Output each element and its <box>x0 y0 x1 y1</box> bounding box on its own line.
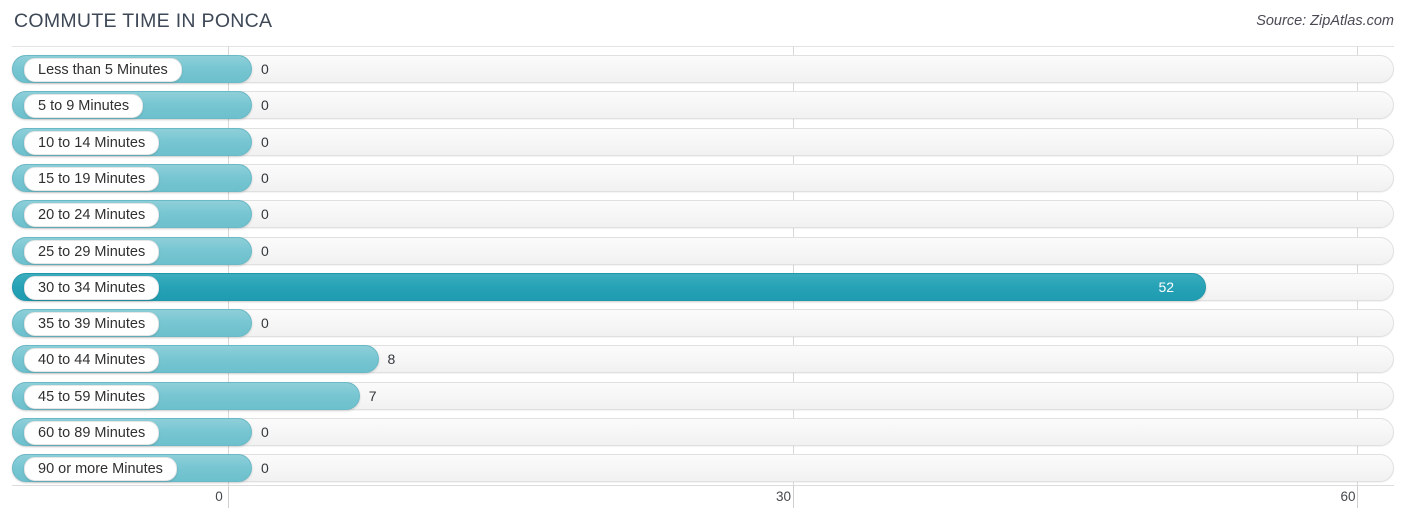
source-attribution: Source: ZipAtlas.com <box>1256 13 1394 29</box>
tick-label-60: 60 <box>1340 489 1356 504</box>
tick-label-0: 0 <box>215 489 223 504</box>
tick-label-30: 30 <box>775 489 792 504</box>
bar-row[interactable]: 0 5 to 9 Minutes <box>12 91 1394 120</box>
page-title: COMMUTE TIME IN PONCA <box>14 10 273 32</box>
bar-row[interactable]: 52 30 to 34 Minutes <box>12 272 1394 301</box>
bar-value-label: 0 <box>261 424 269 440</box>
bar-row[interactable]: 0 35 to 39 Minutes <box>12 309 1394 338</box>
bar-row[interactable]: 0 60 to 89 Minutes <box>12 418 1394 446</box>
bar-value-label: 0 <box>261 242 269 259</box>
bar-row[interactable]: 0 Less than 5 Minutes <box>12 55 1394 83</box>
tick-mark-60 <box>1357 486 1358 508</box>
bar-row[interactable]: 0 25 to 29 Minutes <box>12 236 1394 265</box>
tick-mark-0 <box>228 486 229 508</box>
bar-value-label: 0 <box>261 97 269 114</box>
category-label[interactable]: 35 to 39 Minutes <box>24 312 160 337</box>
category-label[interactable]: 90 or more Minutes <box>24 457 177 482</box>
category-label[interactable]: 60 to 89 Minutes <box>24 421 160 445</box>
bar-row[interactable]: 0 90 or more Minutes <box>12 454 1394 483</box>
category-label[interactable]: Less than 5 Minutes <box>24 58 182 82</box>
plot-area: 0 Less than 5 Minutes 0 5 to 9 Minutes 0 10 t… <box>0 46 1406 488</box>
tick-mark-30 <box>792 486 794 508</box>
bar-row[interactable]: 8 40 to 44 Minutes <box>12 345 1394 374</box>
bar-value-label: 52 <box>1158 278 1175 295</box>
bar-value-label: 0 <box>261 206 269 223</box>
bar-value-label: 8 <box>387 351 396 368</box>
category-label[interactable]: 15 to 19 Minutes <box>24 166 160 191</box>
category-label[interactable]: 20 to 24 Minutes <box>24 203 160 228</box>
category-label[interactable]: 10 to 14 Minutes <box>24 130 160 155</box>
bar-row[interactable]: 0 10 to 14 Minutes <box>12 127 1394 156</box>
bar-value-label: 0 <box>261 133 269 150</box>
bar-row[interactable]: 0 20 to 24 Minutes <box>12 200 1394 229</box>
bar-value-label: 0 <box>261 315 269 332</box>
bar-row[interactable]: 0 15 to 19 Minutes <box>12 163 1394 192</box>
category-label[interactable]: 25 to 29 Minutes <box>24 239 160 264</box>
bar-value-label: 0 <box>261 169 269 186</box>
bar-row[interactable]: 7 45 to 59 Minutes <box>12 381 1394 410</box>
bar-value-label: 0 <box>261 61 269 77</box>
category-label[interactable]: 30 to 34 Minutes <box>24 275 160 300</box>
bar-value-label: 0 <box>261 460 269 477</box>
bar-value-label: 7 <box>368 387 377 404</box>
category-label[interactable]: 5 to 9 Minutes <box>24 94 144 119</box>
x-axis: 0 30 60 <box>0 486 1406 524</box>
category-label[interactable]: 45 to 59 Minutes <box>24 384 160 409</box>
chart-header: COMMUTE TIME IN PONCA Source: ZipAtlas.c… <box>0 0 1406 46</box>
category-label[interactable]: 40 to 44 Minutes <box>24 348 160 373</box>
bar-fill[interactable] <box>12 272 1207 301</box>
